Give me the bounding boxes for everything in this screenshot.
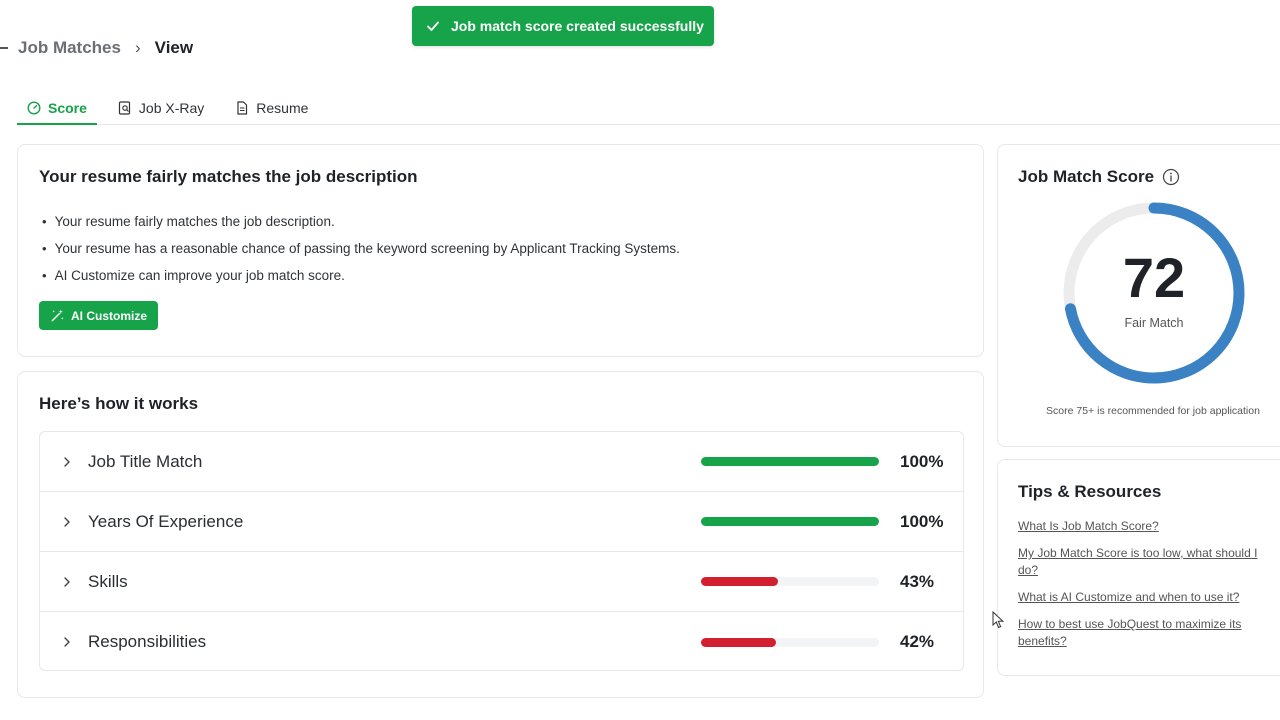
chevron-right-icon: [64, 576, 70, 587]
score-note: Score 75+ is recommended for job applica…: [1046, 405, 1260, 417]
tab-label: Score: [48, 100, 87, 116]
breadcrumb-parent-link[interactable]: Job Matches: [18, 38, 121, 58]
criteria-list: Job Title Match 100% Years Of Experience…: [39, 431, 964, 671]
tips-title: Tips & Resources: [1018, 482, 1162, 501]
tip-link[interactable]: What Is Job Match Score?: [1018, 518, 1280, 535]
tip-link[interactable]: My Job Match Score is too low, what shou…: [1018, 545, 1280, 579]
how-it-works-title: Here’s how it works: [39, 394, 199, 413]
criterion-row-years-experience[interactable]: Years Of Experience 100%: [40, 492, 963, 552]
criterion-row-skills[interactable]: Skills 43%: [40, 552, 963, 612]
criterion-percent: 42%: [900, 632, 935, 651]
summary-bullet: Your resume has a reasonable chance of p…: [42, 235, 680, 262]
score-label: Fair Match: [1124, 316, 1184, 330]
gauge-icon: [27, 101, 41, 115]
progress-track: [701, 517, 879, 526]
progress-fill: [701, 577, 778, 586]
criterion-label: Years Of Experience: [88, 511, 244, 531]
criterion-label: Job Title Match: [88, 451, 203, 471]
chevron-right-icon: [64, 637, 70, 647]
score-value: 72: [1122, 246, 1186, 309]
document-icon: [237, 101, 248, 115]
criterion-row-responsibilities[interactable]: Responsibilities 42%: [40, 612, 963, 670]
how-it-works-card: Here’s how it works Job Title Match 100%…: [17, 371, 984, 698]
breadcrumb-separator: ›: [134, 38, 141, 57]
job-match-score-card: Job Match Score 72 Fair Match Score 75+ …: [997, 144, 1280, 447]
criterion-percent: 43%: [900, 571, 935, 591]
document-search-icon: [118, 101, 131, 115]
mouse-cursor-icon: [992, 611, 1004, 629]
progress-track: [701, 577, 879, 586]
progress-track: [701, 637, 879, 647]
score-title-text: Job Match Score: [1018, 167, 1155, 186]
tips-resources-card: Tips & Resources What Is Job Match Score…: [997, 459, 1280, 676]
breadcrumb-current: View: [154, 38, 194, 57]
tab-resume[interactable]: Resume: [225, 92, 318, 124]
ai-customize-label: AI Customize: [70, 308, 147, 323]
progress-track: [701, 457, 879, 466]
check-icon: [427, 21, 439, 31]
tip-link[interactable]: How to best use JobQuest to maximize its…: [1018, 616, 1280, 650]
tab-label: Job X-Ray: [138, 100, 205, 116]
criterion-label: Skills: [88, 571, 128, 591]
page: Job match score created successfully Job…: [0, 0, 1280, 720]
summary-title: Your resume fairly matches the job descr…: [39, 167, 418, 186]
chevron-right-icon: [64, 516, 70, 527]
magic-wand-icon: [51, 309, 64, 322]
tab-label: Resume: [256, 100, 309, 116]
tab-bar: Score Job X-Ray Resume: [17, 92, 1280, 125]
ai-customize-button[interactable]: AI Customize: [39, 301, 158, 330]
criterion-row-job-title[interactable]: Job Title Match 100%: [40, 432, 963, 492]
score-title: Job Match Score: [1018, 167, 1180, 187]
summary-card: Your resume fairly matches the job descr…: [17, 144, 984, 357]
breadcrumb: Job Matches › View: [0, 36, 193, 60]
menu-dash-icon[interactable]: [0, 47, 8, 49]
progress-fill: [701, 457, 879, 466]
summary-bullets: Your resume fairly matches the job descr…: [42, 208, 680, 289]
info-icon[interactable]: [1162, 168, 1180, 186]
criterion-percent: 100%: [900, 451, 944, 471]
summary-bullet: Your resume fairly matches the job descr…: [42, 208, 680, 235]
progress-fill: [701, 637, 776, 647]
progress-fill: [701, 517, 879, 526]
tip-link[interactable]: What is AI Customize and when to use it?: [1018, 589, 1280, 606]
chevron-right-icon: [64, 456, 70, 467]
success-toast: Job match score created successfully: [412, 6, 714, 46]
toast-message: Job match score created successfully: [451, 18, 704, 34]
criterion-percent: 100%: [900, 511, 944, 531]
tab-score[interactable]: Score: [17, 92, 97, 125]
criterion-label: Responsibilities: [88, 632, 207, 651]
tab-job-x-ray[interactable]: Job X-Ray: [108, 92, 214, 124]
summary-bullet: AI Customize can improve your job match …: [42, 262, 680, 289]
tips-links: What Is Job Match Score? My Job Match Sc…: [1018, 518, 1280, 660]
